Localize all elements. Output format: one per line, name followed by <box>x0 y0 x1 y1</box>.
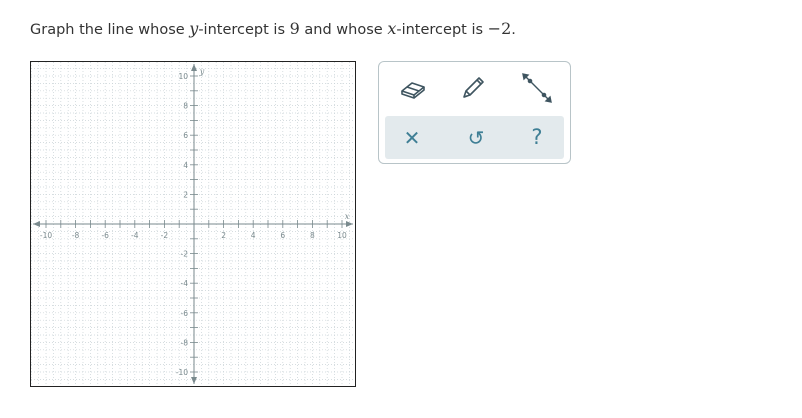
x-axis-label: x <box>345 212 350 221</box>
coordinate-plane[interactable]: -10 -8 -6 -4 -2 2 4 6 8 10 10 8 6 4 2 -2 -4 -6 -8 -10 x y <box>31 62 355 386</box>
prompt-text-3: and whose <box>299 22 388 38</box>
y-axis-bottom-arrow <box>191 377 197 384</box>
prompt-text-5: . <box>511 22 516 38</box>
prompt-y-variable: y <box>189 19 199 38</box>
y-tick-label: -4 <box>181 279 189 288</box>
prompt-y-intercept-value: 9 <box>289 19 300 38</box>
y-tick-label: -6 <box>181 309 189 318</box>
prompt-text-2: -intercept is <box>198 22 290 38</box>
prompt-x-intercept-value: −2 <box>487 19 512 38</box>
prompt-text-1: Graph the line whose <box>30 22 190 38</box>
y-tick-label: 2 <box>183 190 188 199</box>
close-icon: ✕ <box>403 125 421 150</box>
graphing-area[interactable]: -10 -8 -6 -4 -2 2 4 6 8 10 10 8 6 4 2 -2 -4 -6 -8 -10 x y <box>30 61 356 387</box>
line-segment-icon <box>522 73 552 103</box>
y-tick-label: 6 <box>183 131 188 140</box>
y-axis-label: y <box>199 67 205 76</box>
y-tick-label: -2 <box>181 250 189 259</box>
prompt-text-4: -intercept is <box>396 22 488 38</box>
x-tick-label: -6 <box>101 231 109 240</box>
y-axis-top-arrow <box>191 64 197 71</box>
x-tick-label: 8 <box>310 231 315 240</box>
x-tick-label: 6 <box>280 231 285 240</box>
eraser-icon <box>401 82 425 99</box>
x-axis-left-arrow <box>33 221 40 227</box>
problem-prompt: Graph the line whose y-intercept is 9 an… <box>30 19 516 38</box>
graphing-toolbox: ✕ ↺ ? <box>378 61 571 164</box>
x-tick-label: 2 <box>221 231 226 240</box>
line-tool-button[interactable] <box>517 70 557 106</box>
pencil-tool-button[interactable] <box>453 70 493 106</box>
y-tick-label: -8 <box>181 338 189 347</box>
y-tick-label: 4 <box>183 161 188 170</box>
clear-button[interactable]: ✕ <box>387 116 437 159</box>
pencil-icon <box>463 77 484 98</box>
y-tick-label: -10 <box>176 368 188 377</box>
eraser-tool-button[interactable] <box>393 70 433 106</box>
y-tick-label: 10 <box>178 72 188 81</box>
x-tick-label: -10 <box>40 231 52 240</box>
x-tick-label: -2 <box>161 231 169 240</box>
prompt-x-variable: x <box>387 19 397 38</box>
help-icon: ? <box>531 125 543 149</box>
x-tick-label: -8 <box>72 231 80 240</box>
x-tick-label: 10 <box>337 231 347 240</box>
undo-button[interactable]: ↺ <box>451 116 501 159</box>
x-tick-label: 4 <box>251 231 256 240</box>
action-bar: ✕ ↺ ? <box>385 116 564 159</box>
y-tick-label: 8 <box>183 102 188 111</box>
help-button[interactable]: ? <box>512 116 562 159</box>
x-tick-label: -4 <box>131 231 139 240</box>
undo-icon: ↺ <box>467 125 485 150</box>
